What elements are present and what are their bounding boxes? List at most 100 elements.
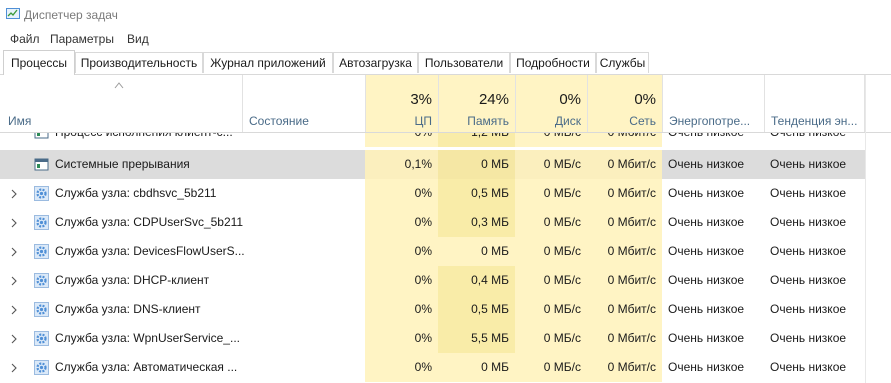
tab-app-history[interactable]: Журнал приложений [203,52,333,73]
window-icon [34,133,49,139]
menu-file[interactable]: Файл [8,31,42,47]
disk-value: 0 МБ/с [515,266,587,295]
process-name: Процесс исполнения клиент-с... [55,133,233,147]
process-name: Служба узла: CDPUserSvc_5b211 [55,215,244,229]
chevron-right-icon[interactable] [10,363,18,373]
process-name: Служба узла: DNS-клиент [55,302,201,316]
disk-value: 0 МБ/с [515,295,587,324]
header-network[interactable]: 0% Сеть [587,75,662,132]
network-value: 0 Мбит/с [587,295,662,324]
table-row[interactable]: Служба узла: DevicesFlowUserS... 0% 0 МБ… [0,237,865,266]
table-row[interactable]: Служба узла: Автоматическая ... 0% 0 МБ … [0,353,865,382]
trend-value: Очень низкое [770,302,847,316]
memory-value: 0 МБ [438,150,515,179]
header-status[interactable]: Состояние [242,75,365,132]
header-cpu-percent: 3% [410,91,432,108]
menu-view[interactable]: Вид [125,31,151,47]
disk-value: 0 МБ/с [515,324,587,353]
trend-value: Очень низкое [770,331,847,345]
trend-value: Очень низкое [770,157,847,171]
trend-value: Очень низкое [770,244,847,258]
chevron-right-icon[interactable] [10,218,18,228]
gear-icon [34,302,49,317]
chevron-right-icon[interactable] [10,334,18,344]
column-divider [865,75,866,383]
gear-icon [34,186,49,201]
header-name[interactable]: Имя [0,75,242,132]
header-cpu[interactable]: 3% ЦП [365,75,438,132]
tab-performance[interactable]: Производительность [75,52,203,73]
network-value: 0 Мбит/с [587,266,662,295]
header-network-label: Сеть [629,114,656,128]
header-memory[interactable]: 24% Память [438,75,515,132]
process-name: Служба узла: Автоматическая ... [55,360,238,374]
window-title: Диспетчер задач [24,8,118,22]
tab-services[interactable]: Службы [596,52,649,73]
header-cpu-label: ЦП [414,114,432,128]
header-power-label: Энергопотре... [669,114,751,128]
tab-processes[interactable]: Процессы [3,50,75,75]
process-table: Процесс исполнения клиент-с... 0% 1,2 МБ… [0,133,891,383]
tab-bar: Процессы Производительность Журнал прило… [0,50,891,75]
tab-details[interactable]: Подробности [510,52,596,73]
power-value: Очень низкое [668,273,745,287]
table-row[interactable]: Служба узла: DNS-клиент 0% 0,5 МБ 0 МБ/с… [0,295,865,324]
power-value: Очень низкое [668,360,745,374]
cpu-value: 0,1% [365,150,438,179]
process-name: Служба узла: WpnUserService_... [55,331,240,345]
network-value: 0 Мбит/с [587,208,662,237]
power-value: Очень низкое [662,133,764,147]
header-trend[interactable]: Тенденция эн... [764,75,865,132]
cpu-value: 0% [365,324,438,353]
menu-options[interactable]: Параметры [48,31,116,47]
tab-users[interactable]: Пользователи [418,52,510,73]
table-row[interactable]: Служба узла: CDPUserSvc_5b211 0% 0,3 МБ … [0,208,865,237]
header-trend-label: Тенденция эн... [771,114,858,128]
memory-value: 0,3 МБ [438,208,515,237]
tab-startup[interactable]: Автозагрузка [333,52,418,73]
header-network-percent: 0% [634,91,656,108]
chevron-right-icon[interactable] [10,189,18,199]
disk-value: 0 МБ/с [515,208,587,237]
network-value: 0 Мбит/с [587,353,662,382]
table-row[interactable]: Служба узла: cbdhsvc_5b211 0% 0,5 МБ 0 М… [0,179,865,208]
menu-bar: Файл Параметры Вид [0,30,891,50]
memory-value: 0,4 МБ [438,266,515,295]
trend-value: Очень низкое [770,215,847,229]
disk-value: 0 МБ/с [515,150,587,179]
gear-icon [34,244,49,259]
trend-value: Очень низкое [770,360,847,374]
network-value: 0 Мбит/с [587,237,662,266]
table-row[interactable]: Системные прерывания 0,1% 0 МБ 0 МБ/с 0 … [0,150,865,179]
process-name: Служба узла: cbdhsvc_5b211 [55,186,217,200]
table-row[interactable]: Служба узла: WpnUserService_... 0% 5,5 М… [0,324,865,353]
chevron-right-icon[interactable] [10,276,18,286]
trend-value: Очень низкое [770,186,847,200]
cpu-value: 0% [365,179,438,208]
chevron-right-icon[interactable] [10,305,18,315]
gear-icon [34,273,49,288]
power-value: Очень низкое [668,302,745,316]
disk-value: 0 МБ/с [515,237,587,266]
disk-value: 0 МБ/с [515,353,587,382]
header-power[interactable]: Энергопотре... [662,75,764,132]
gear-icon [34,360,49,375]
table-row[interactable]: Служба узла: DHCP-клиент 0% 0,4 МБ 0 МБ/… [0,266,865,295]
power-value: Очень низкое [668,331,745,345]
column-header: Имя Состояние 3% ЦП 24% Память 0% Диск 0… [0,75,891,133]
chevron-right-icon[interactable] [10,247,18,257]
network-value: 0 Мбит/с [587,150,662,179]
header-memory-label: Память [467,114,509,128]
power-value: Очень низкое [668,244,745,258]
memory-value: 0,5 МБ [438,179,515,208]
task-manager-icon [6,8,20,19]
memory-value: 1,2 МБ [438,133,515,147]
table-row[interactable]: Процесс исполнения клиент-с... 0% 1,2 МБ… [0,133,865,147]
cpu-value: 0% [365,133,438,147]
gear-icon [34,331,49,346]
power-value: Очень низкое [668,186,745,200]
header-disk-percent: 0% [559,91,581,108]
title-bar: Диспетчер задач [0,0,891,30]
header-disk[interactable]: 0% Диск [515,75,587,132]
cpu-value: 0% [365,237,438,266]
